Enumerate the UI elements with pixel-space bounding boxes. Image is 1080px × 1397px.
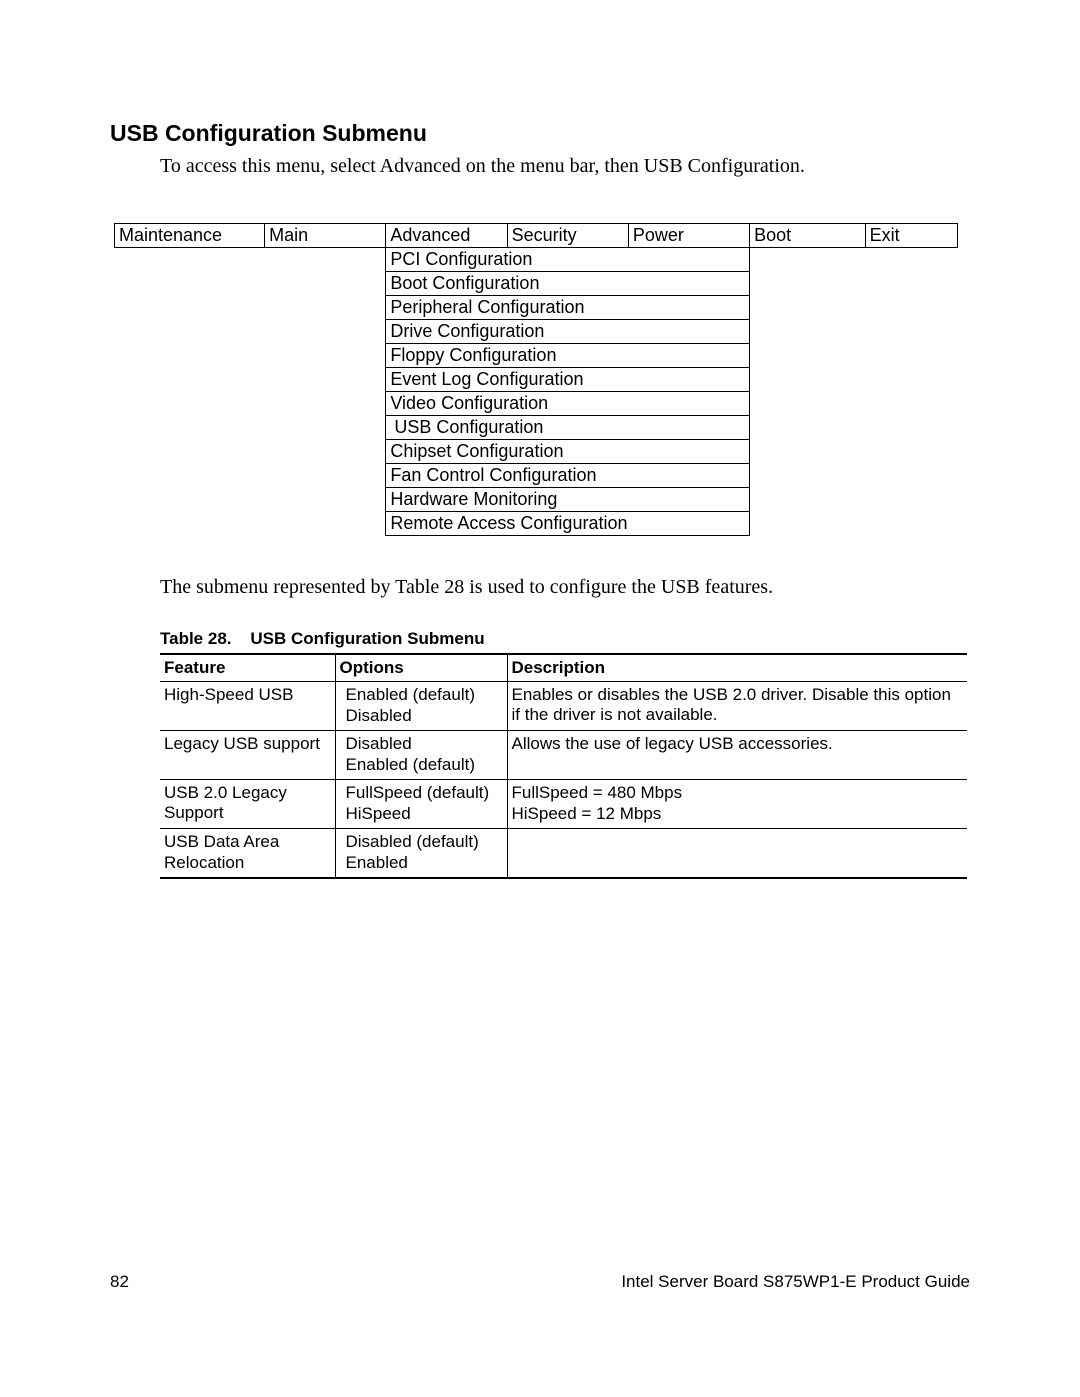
th-feature: Feature	[160, 654, 335, 682]
document-title: Intel Server Board S875WP1-E Product Gui…	[621, 1272, 970, 1292]
submenu-item: Floppy Configuration	[386, 344, 750, 368]
th-description: Description	[507, 654, 967, 682]
submenu-item: PCI Configuration	[386, 248, 750, 272]
bios-menu-table: Maintenance Main Advanced Security Power…	[114, 223, 958, 536]
cell-options: FullSpeed (default) HiSpeed	[335, 780, 507, 829]
cell-options: Disabled (default) Enabled	[335, 829, 507, 879]
table-caption: Table 28. USB Configuration Submenu	[160, 629, 970, 649]
cell-feature: USB Data Area Relocation	[160, 829, 335, 879]
menu-tab-maintenance: Maintenance	[115, 224, 265, 248]
feature-table: Feature Options Description High-Speed U…	[160, 653, 967, 879]
table-caption-title: USB Configuration Submenu	[250, 629, 484, 648]
submenu-item: Video Configuration	[386, 392, 750, 416]
menu-tab-main: Main	[265, 224, 386, 248]
table-row: USB Data Area Relocation Disabled (defau…	[160, 829, 967, 879]
cell-description: FullSpeed = 480 Mbps HiSpeed = 12 Mbps	[507, 780, 967, 829]
page-footer: 82 Intel Server Board S875WP1-E Product …	[110, 1272, 970, 1292]
cell-options: Enabled (default) Disabled	[335, 682, 507, 731]
menu-tab-boot: Boot	[750, 224, 865, 248]
cell-feature: Legacy USB support	[160, 731, 335, 780]
cell-feature: High-Speed USB	[160, 682, 335, 731]
body-paragraph: The submenu represented by Table 28 is u…	[160, 576, 970, 599]
table-caption-label: Table 28.	[160, 629, 232, 648]
table-row: Legacy USB support Disabled Enabled (def…	[160, 731, 967, 780]
page-number: 82	[110, 1272, 129, 1292]
cell-feature: USB 2.0 Legacy Support	[160, 780, 335, 829]
th-options: Options	[335, 654, 507, 682]
submenu-item: Boot Configuration	[386, 272, 750, 296]
table-row: USB 2.0 Legacy Support FullSpeed (defaul…	[160, 780, 967, 829]
submenu-item: Peripheral Configuration	[386, 296, 750, 320]
menu-tab-power: Power	[628, 224, 749, 248]
menu-tab-exit: Exit	[865, 224, 957, 248]
submenu-item: Event Log Configuration	[386, 368, 750, 392]
submenu-item: Hardware Monitoring	[386, 488, 750, 512]
submenu-item-selected: USB Configuration	[386, 416, 750, 440]
section-heading: USB Configuration Submenu	[110, 120, 970, 147]
menu-tab-advanced: Advanced	[386, 224, 507, 248]
submenu-item: Chipset Configuration	[386, 440, 750, 464]
menu-tab-security: Security	[507, 224, 628, 248]
cell-description: Enables or disables the USB 2.0 driver. …	[507, 682, 967, 731]
table-row: High-Speed USB Enabled (default) Disable…	[160, 682, 967, 731]
submenu-item: Drive Configuration	[386, 320, 750, 344]
cell-options: Disabled Enabled (default)	[335, 731, 507, 780]
intro-paragraph: To access this menu, select Advanced on …	[160, 155, 970, 178]
cell-description	[507, 829, 967, 879]
submenu-item: Fan Control Configuration	[386, 464, 750, 488]
submenu-item: Remote Access Configuration	[386, 512, 750, 536]
cell-description: Allows the use of legacy USB accessories…	[507, 731, 967, 780]
